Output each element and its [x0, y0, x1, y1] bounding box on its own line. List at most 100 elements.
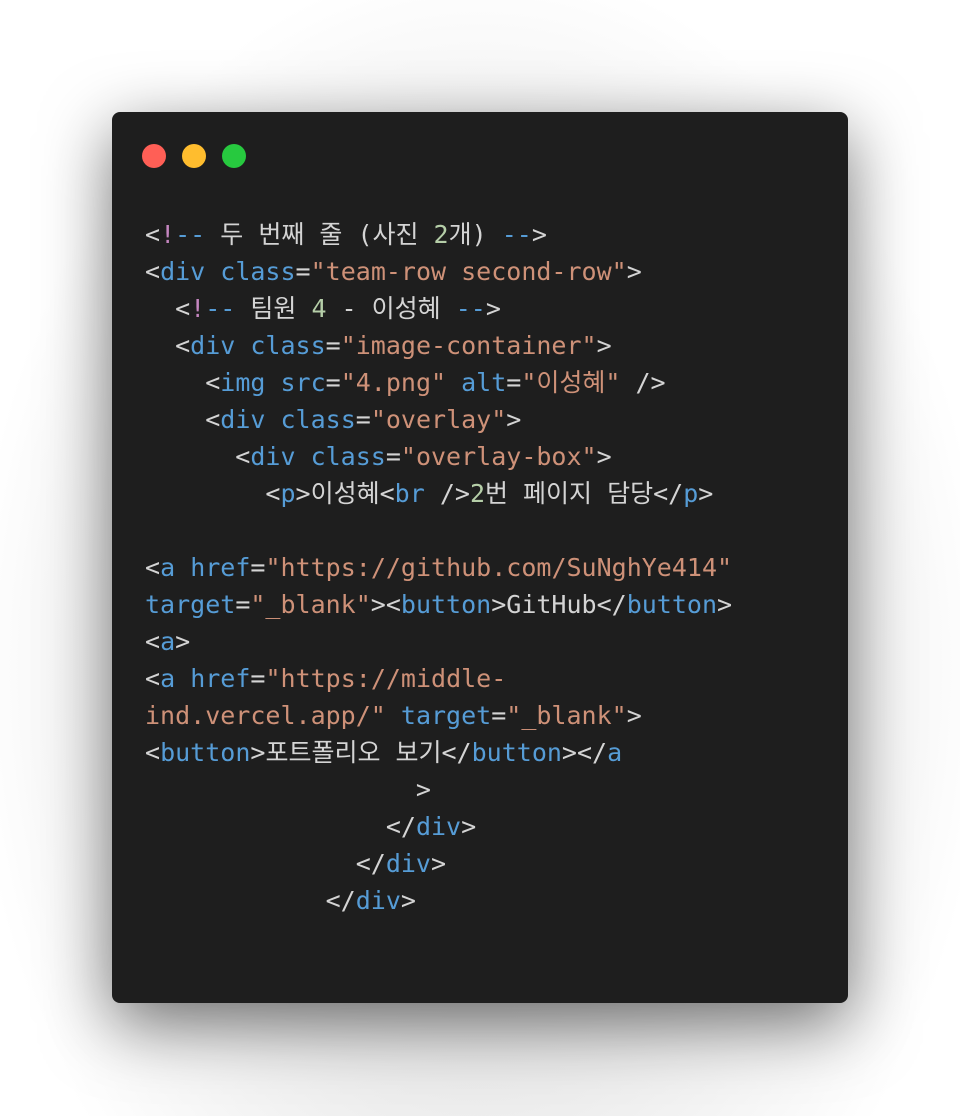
code-token: >: [485, 294, 501, 323]
code-token: =: [325, 331, 341, 360]
code-token: 2: [433, 220, 449, 249]
code-token: >: [596, 442, 612, 471]
code-line: ind.vercel.app/" target="_blank">: [145, 697, 732, 734]
code-token: --: [455, 294, 486, 323]
code-token: </: [145, 812, 416, 841]
code-token: />: [620, 368, 666, 397]
code-token: =: [235, 590, 251, 619]
code-token: >: [145, 775, 431, 804]
code-token: img: [220, 368, 266, 397]
code-line: </div>: [145, 808, 732, 845]
code-line: <div class="overlay-box">: [145, 438, 732, 475]
code-token: =: [491, 701, 507, 730]
code-token: =: [355, 405, 371, 434]
code-token: button: [400, 590, 492, 619]
code-token: >: [295, 479, 311, 508]
code-token: <: [145, 479, 281, 508]
code-line: <a>: [145, 623, 732, 660]
code-window: <!-- 두 번째 줄 (사진 2개) --> <div class="team-…: [112, 112, 848, 1003]
code-token: button: [626, 590, 718, 619]
code-token: <: [145, 405, 221, 434]
code-token: p: [683, 479, 699, 508]
code-token: button: [160, 738, 251, 767]
code-line: <!-- 팀원 4 - 이성혜 -->: [145, 290, 732, 327]
code-block: <!-- 두 번째 줄 (사진 2개) --> <div class="team-…: [145, 216, 732, 919]
code-token: !: [160, 220, 176, 249]
code-token: 두 번째 줄 (사진: [205, 220, 434, 249]
code-token: <: [145, 294, 191, 323]
code-token: >: [250, 738, 266, 767]
code-token: "overlay-box": [400, 442, 597, 471]
code-token: --: [501, 220, 532, 249]
maximize-dot-icon[interactable]: [222, 144, 246, 168]
code-token: alt: [461, 368, 507, 397]
code-token: div: [415, 812, 462, 841]
code-token: div: [190, 331, 236, 360]
code-token: >: [531, 220, 547, 249]
code-token: "_blank": [506, 701, 627, 730]
code-token: "이성혜": [521, 368, 621, 397]
code-token: <: [145, 553, 161, 582]
close-dot-icon[interactable]: [142, 144, 166, 168]
code-token: p: [280, 479, 296, 508]
code-token: div: [385, 849, 431, 878]
code-line: <img src="4.png" alt="이성혜" />: [145, 364, 732, 401]
code-token: =: [325, 368, 341, 397]
code-token: - 이성혜: [326, 294, 456, 323]
code-token: br: [394, 479, 425, 508]
code-token: class: [310, 442, 386, 471]
code-token: class: [280, 405, 356, 434]
code-token: src: [280, 368, 326, 397]
code-token: "https://github.com/SuNghYe414": [265, 553, 733, 582]
code-line: <div class="overlay">: [145, 401, 732, 438]
code-token: div: [355, 886, 401, 915]
code-token: </: [145, 849, 386, 878]
code-token: 2: [469, 479, 485, 508]
code-token: >: [717, 590, 733, 619]
code-token: GitHub: [506, 590, 597, 619]
code-token: target: [400, 701, 492, 730]
code-token: !: [190, 294, 206, 323]
window-controls: [142, 144, 262, 168]
code-token: href: [190, 664, 251, 693]
code-token: </: [596, 590, 627, 619]
code-token: 개): [448, 220, 502, 249]
code-token: div: [250, 442, 296, 471]
code-token: >: [175, 627, 191, 656]
code-token: </: [653, 479, 684, 508]
code-token: ind.vercel.app/": [145, 701, 386, 730]
code-token: =: [506, 368, 522, 397]
code-token: <: [145, 331, 191, 360]
minimize-dot-icon[interactable]: [182, 144, 206, 168]
code-token: button: [471, 738, 562, 767]
code-token: =: [295, 257, 311, 286]
code-token: href: [190, 553, 251, 582]
code-line: target="_blank"><button>GitHub</button>: [145, 586, 732, 623]
code-token: class: [220, 257, 296, 286]
code-token: 번 페이지 담당: [485, 479, 654, 508]
code-token: >: [430, 849, 447, 878]
code-line: <div class="team-row second-row">: [145, 253, 732, 290]
code-line: <a href="https://middle-: [145, 660, 732, 697]
code-token: >: [400, 886, 416, 915]
code-token: <: [145, 664, 161, 693]
code-token: >: [698, 479, 714, 508]
code-token: "overlay": [370, 405, 507, 434]
code-token: 이성혜: [310, 479, 380, 508]
code-token: >: [626, 257, 642, 286]
code-token: "_blank": [250, 590, 371, 619]
code-token: --: [175, 220, 206, 249]
code-token: >: [626, 701, 642, 730]
code-token: =: [250, 553, 266, 582]
code-token: ><: [370, 590, 401, 619]
code-token: div: [220, 405, 266, 434]
code-line: <!-- 두 번째 줄 (사진 2개) -->: [145, 216, 732, 253]
code-line: </div>: [145, 845, 732, 882]
